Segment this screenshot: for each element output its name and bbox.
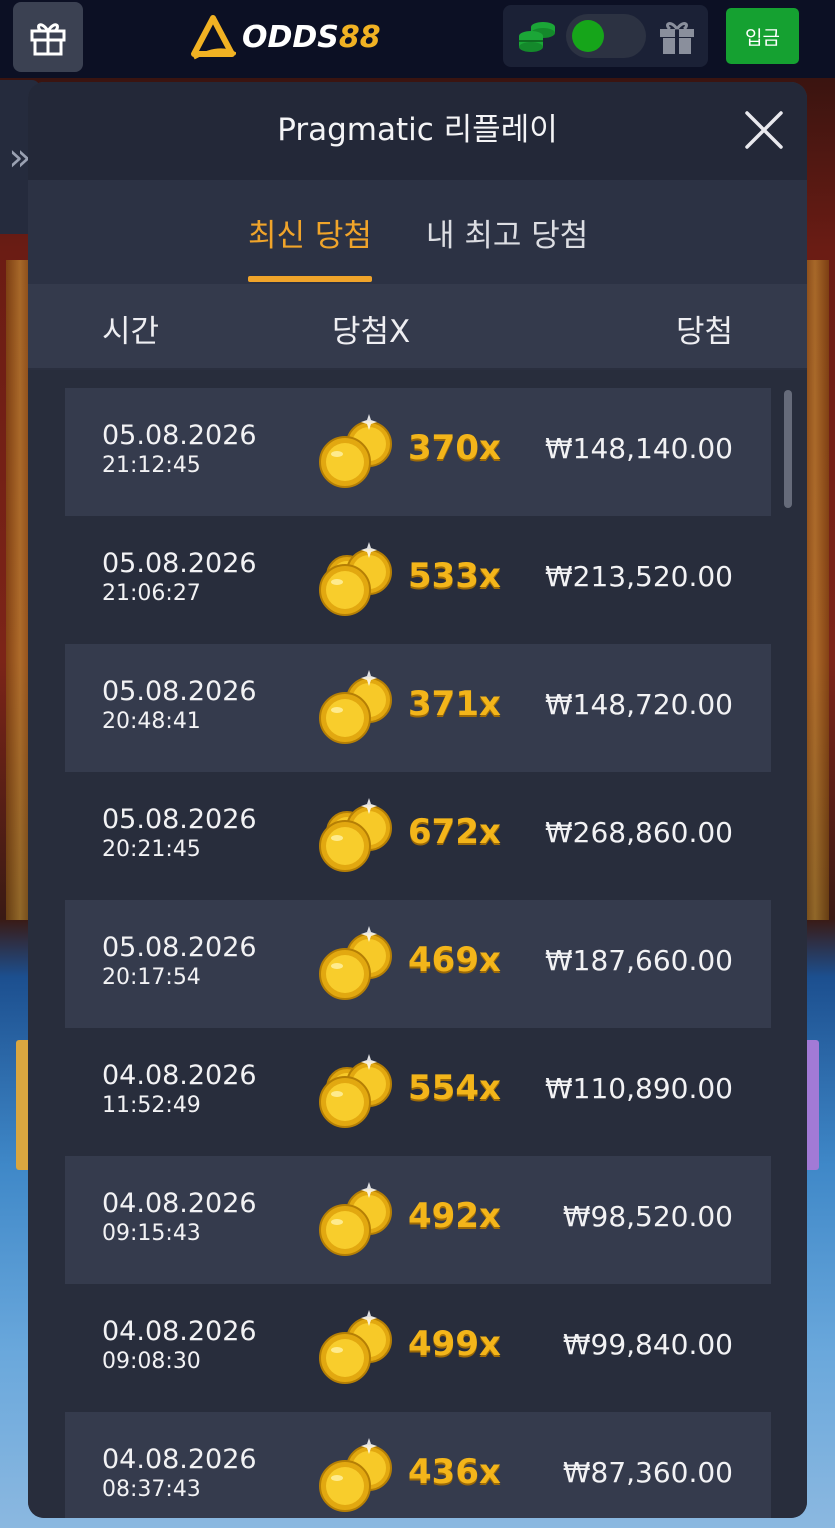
win-time: 21:12:45 — [102, 453, 201, 478]
column-header-multiplier: 당첨X — [332, 314, 411, 350]
toggle-knob — [572, 20, 604, 52]
win-multiplier: 554x — [408, 1068, 501, 1108]
win-date: 05.08.2026 — [102, 420, 257, 451]
win-amount: ₩98,520.00 — [562, 1200, 733, 1233]
win-time: 21:06:27 — [102, 581, 201, 606]
win-time: 11:52:49 — [102, 1093, 201, 1118]
tab-latest-wins[interactable]: 최신 당첨 — [248, 210, 372, 255]
tab-my-best-wins[interactable]: 내 최고 당첨 — [426, 210, 588, 255]
logo-mark-icon — [191, 15, 236, 60]
gift-icon — [30, 23, 66, 56]
gold-coins-icon-wrap — [317, 922, 397, 1004]
modal-header: Pragmatic 리플레이 — [28, 82, 807, 180]
column-headers: 시간 당첨X 당첨 — [28, 284, 807, 370]
win-multiplier: 436x — [408, 1452, 501, 1492]
close-icon[interactable] — [742, 108, 786, 152]
gold-coins-icon — [319, 1054, 392, 1128]
win-amount: ₩148,720.00 — [544, 688, 733, 721]
gold-coins-icon — [319, 414, 392, 488]
wallet-toggle[interactable] — [566, 14, 646, 58]
active-tab-indicator — [248, 276, 372, 282]
gift-button[interactable] — [13, 2, 83, 72]
list-item[interactable]: 04.08.2026 09:08:30 499x ₩99,840.00 — [65, 1284, 771, 1412]
gold-coins-icon-wrap — [317, 410, 397, 492]
win-multiplier: 370x — [408, 428, 501, 468]
gold-coins-icon — [319, 798, 392, 872]
gold-coins-icon — [319, 1438, 392, 1512]
win-date: 05.08.2026 — [102, 548, 257, 579]
list-item[interactable]: 05.08.2026 21:06:27 533x ₩213,520.00 — [65, 516, 771, 644]
list-item[interactable]: 04.08.2026 08:37:43 436x ₩87,360.00 — [65, 1412, 771, 1518]
win-amount: ₩187,660.00 — [544, 944, 733, 977]
list-scrollbar[interactable] — [784, 390, 792, 508]
win-multiplier: 499x — [408, 1324, 501, 1364]
wins-list[interactable]: 05.08.2026 21:12:45 370x ₩148,140.00 05.08.2… — [28, 370, 807, 1518]
list-item[interactable]: 05.08.2026 20:48:41 371x ₩148,720.00 — [65, 644, 771, 772]
top-bar: ODDS88 입금 — [0, 0, 835, 78]
gold-coins-icon-wrap — [317, 1434, 397, 1516]
tabs-bar: 최신 당첨 내 최고 당첨 — [28, 180, 807, 284]
deposit-button[interactable]: 입금 — [726, 8, 799, 64]
brand-name: ODDS88 — [242, 19, 381, 55]
win-date: 05.08.2026 — [102, 932, 257, 963]
win-amount: ₩87,360.00 — [562, 1456, 733, 1489]
column-header-win: 당첨 — [675, 314, 733, 350]
win-time: 20:48:41 — [102, 709, 201, 734]
gold-coins-icon-wrap — [317, 666, 397, 748]
win-multiplier: 533x — [408, 556, 501, 596]
win-time: 20:17:54 — [102, 965, 201, 990]
modal-title: Pragmatic 리플레이 — [277, 112, 558, 148]
coins-stack-icon[interactable] — [517, 19, 557, 53]
win-multiplier: 672x — [408, 812, 501, 852]
win-date: 04.08.2026 — [102, 1444, 257, 1475]
list-item[interactable]: 04.08.2026 09:15:43 492x ₩98,520.00 — [65, 1156, 771, 1284]
gold-coins-icon — [319, 926, 392, 1000]
gold-coins-icon — [319, 542, 392, 616]
replay-modal: Pragmatic 리플레이 최신 당첨 내 최고 당첨 시간 당첨X 당첨 0… — [28, 82, 807, 1518]
column-header-time: 시간 — [102, 314, 160, 350]
list-item[interactable]: 04.08.2026 11:52:49 554x ₩110,890.00 — [65, 1028, 771, 1156]
win-time: 09:15:43 — [102, 1221, 201, 1246]
win-date: 04.08.2026 — [102, 1316, 257, 1347]
win-time: 08:37:43 — [102, 1477, 201, 1502]
win-time: 09:08:30 — [102, 1349, 201, 1374]
gold-coins-icon-wrap — [317, 1178, 397, 1260]
gold-coins-icon-wrap — [317, 538, 397, 620]
win-date: 05.08.2026 — [102, 804, 257, 835]
gold-coins-icon — [319, 1182, 392, 1256]
list-item[interactable]: 05.08.2026 21:12:45 370x ₩148,140.00 — [65, 388, 771, 516]
gold-coins-icon — [319, 1310, 392, 1384]
gift-icon[interactable] — [657, 19, 697, 55]
gold-coins-icon-wrap — [317, 1050, 397, 1132]
win-amount: ₩110,890.00 — [544, 1072, 733, 1105]
win-multiplier: 492x — [408, 1196, 501, 1236]
wallet-panel — [503, 5, 708, 67]
win-amount: ₩148,140.00 — [544, 432, 733, 465]
win-date: 04.08.2026 — [102, 1188, 257, 1219]
list-item[interactable]: 05.08.2026 20:17:54 469x ₩187,660.00 — [65, 900, 771, 1028]
brand-logo[interactable]: ODDS88 — [190, 12, 381, 62]
list-item[interactable]: 05.08.2026 20:21:45 672x ₩268,860.00 — [65, 772, 771, 900]
gold-coins-icon — [319, 670, 392, 744]
win-date: 05.08.2026 — [102, 676, 257, 707]
win-multiplier: 469x — [408, 940, 501, 980]
gold-coins-icon-wrap — [317, 794, 397, 876]
win-amount: ₩268,860.00 — [544, 816, 733, 849]
win-date: 04.08.2026 — [102, 1060, 257, 1091]
win-amount: ₩213,520.00 — [544, 560, 733, 593]
win-multiplier: 371x — [408, 684, 501, 724]
win-time: 20:21:45 — [102, 837, 201, 862]
win-amount: ₩99,840.00 — [562, 1328, 733, 1361]
gold-coins-icon-wrap — [317, 1306, 397, 1388]
